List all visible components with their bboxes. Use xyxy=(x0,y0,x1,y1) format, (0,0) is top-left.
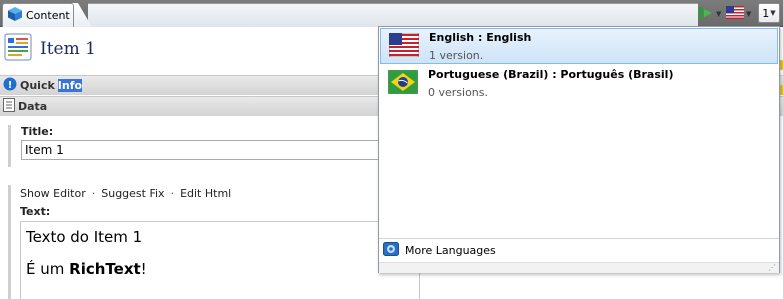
language-name: Portuguese (Brazil) : Português (Brasil) xyxy=(428,67,674,81)
green-tree-icon xyxy=(698,5,714,24)
tab-label: Content xyxy=(26,9,70,22)
chevron-down-icon: ▼ xyxy=(716,10,722,18)
suggest-fix-link[interactable]: Suggest Fix xyxy=(101,187,164,200)
language-dropdown: English : English 1 version. Portuguese … xyxy=(378,26,780,273)
link-separator: · xyxy=(91,187,96,200)
tab-strip: Content ▼ ▼ 1 ▼ xyxy=(0,0,783,27)
us-flag-icon xyxy=(726,6,744,22)
edit-html-link[interactable]: Edit Html xyxy=(180,187,231,200)
richtext-line-2: É um RichText! xyxy=(26,260,414,278)
tab-content[interactable]: Content xyxy=(2,3,74,27)
richtext-line-2-prefix: É um xyxy=(26,260,70,278)
text-field-rail xyxy=(8,185,12,299)
section-quick-label: Quick xyxy=(20,79,55,92)
us-flag-icon xyxy=(388,32,420,60)
editor-links: Show Editor · Suggest Fix · Edit Html xyxy=(20,187,231,200)
resize-grip-icon[interactable]: ⋰ xyxy=(768,263,776,272)
more-languages-label: More Languages xyxy=(405,244,496,257)
language-versions: 0 versions. xyxy=(428,85,489,99)
show-editor-link[interactable]: Show Editor xyxy=(20,187,86,200)
item-icon xyxy=(4,33,32,64)
language-selector-button[interactable]: ▼ xyxy=(726,4,751,24)
item-title: Item 1 xyxy=(40,38,96,59)
brazil-flag-icon xyxy=(387,69,419,97)
title-label: Title: xyxy=(21,125,54,138)
more-languages-row[interactable]: More Languages xyxy=(379,238,779,262)
version-button[interactable]: 1 ▼ xyxy=(758,3,780,23)
section-data-label: Data xyxy=(18,100,48,113)
resize-bar: ⋰ xyxy=(379,262,779,273)
version-number: 1 xyxy=(762,6,770,20)
document-icon xyxy=(3,98,15,115)
title-input[interactable]: Item 1 xyxy=(21,140,381,160)
cube-icon xyxy=(7,6,23,25)
section-quick-highlight: Info xyxy=(57,79,83,92)
tab-strip-background xyxy=(88,3,698,27)
text-label: Text: xyxy=(20,205,51,218)
title-field-block: Title: Item 1 xyxy=(8,125,388,167)
chevron-down-icon: ▼ xyxy=(770,9,776,17)
info-icon: ! xyxy=(3,77,17,94)
language-text: Portuguese (Brazil) : Português (Brasil)… xyxy=(428,68,673,99)
item-header: Item 1 xyxy=(4,33,96,64)
chevron-down-icon: ▼ xyxy=(746,10,752,18)
language-text: English : English 1 version. xyxy=(429,31,531,62)
language-option-english[interactable]: English : English 1 version. xyxy=(380,28,778,64)
richtext-bold: RichText xyxy=(69,260,141,278)
richtext-field[interactable]: Texto do Item 1 É um RichText! xyxy=(20,221,420,299)
language-versions: 1 version. xyxy=(429,48,484,62)
globe-icon xyxy=(383,242,399,259)
svg-text:!: ! xyxy=(8,80,13,91)
navigate-button[interactable]: ▼ xyxy=(698,4,721,24)
language-name: English : English xyxy=(429,30,532,44)
richtext-line-2-suffix: ! xyxy=(140,260,147,278)
richtext-line-1: Texto do Item 1 xyxy=(26,228,143,246)
language-option-portuguese-brazil[interactable]: Portuguese (Brazil) : Português (Brasil)… xyxy=(380,65,778,101)
link-separator: · xyxy=(170,187,175,200)
